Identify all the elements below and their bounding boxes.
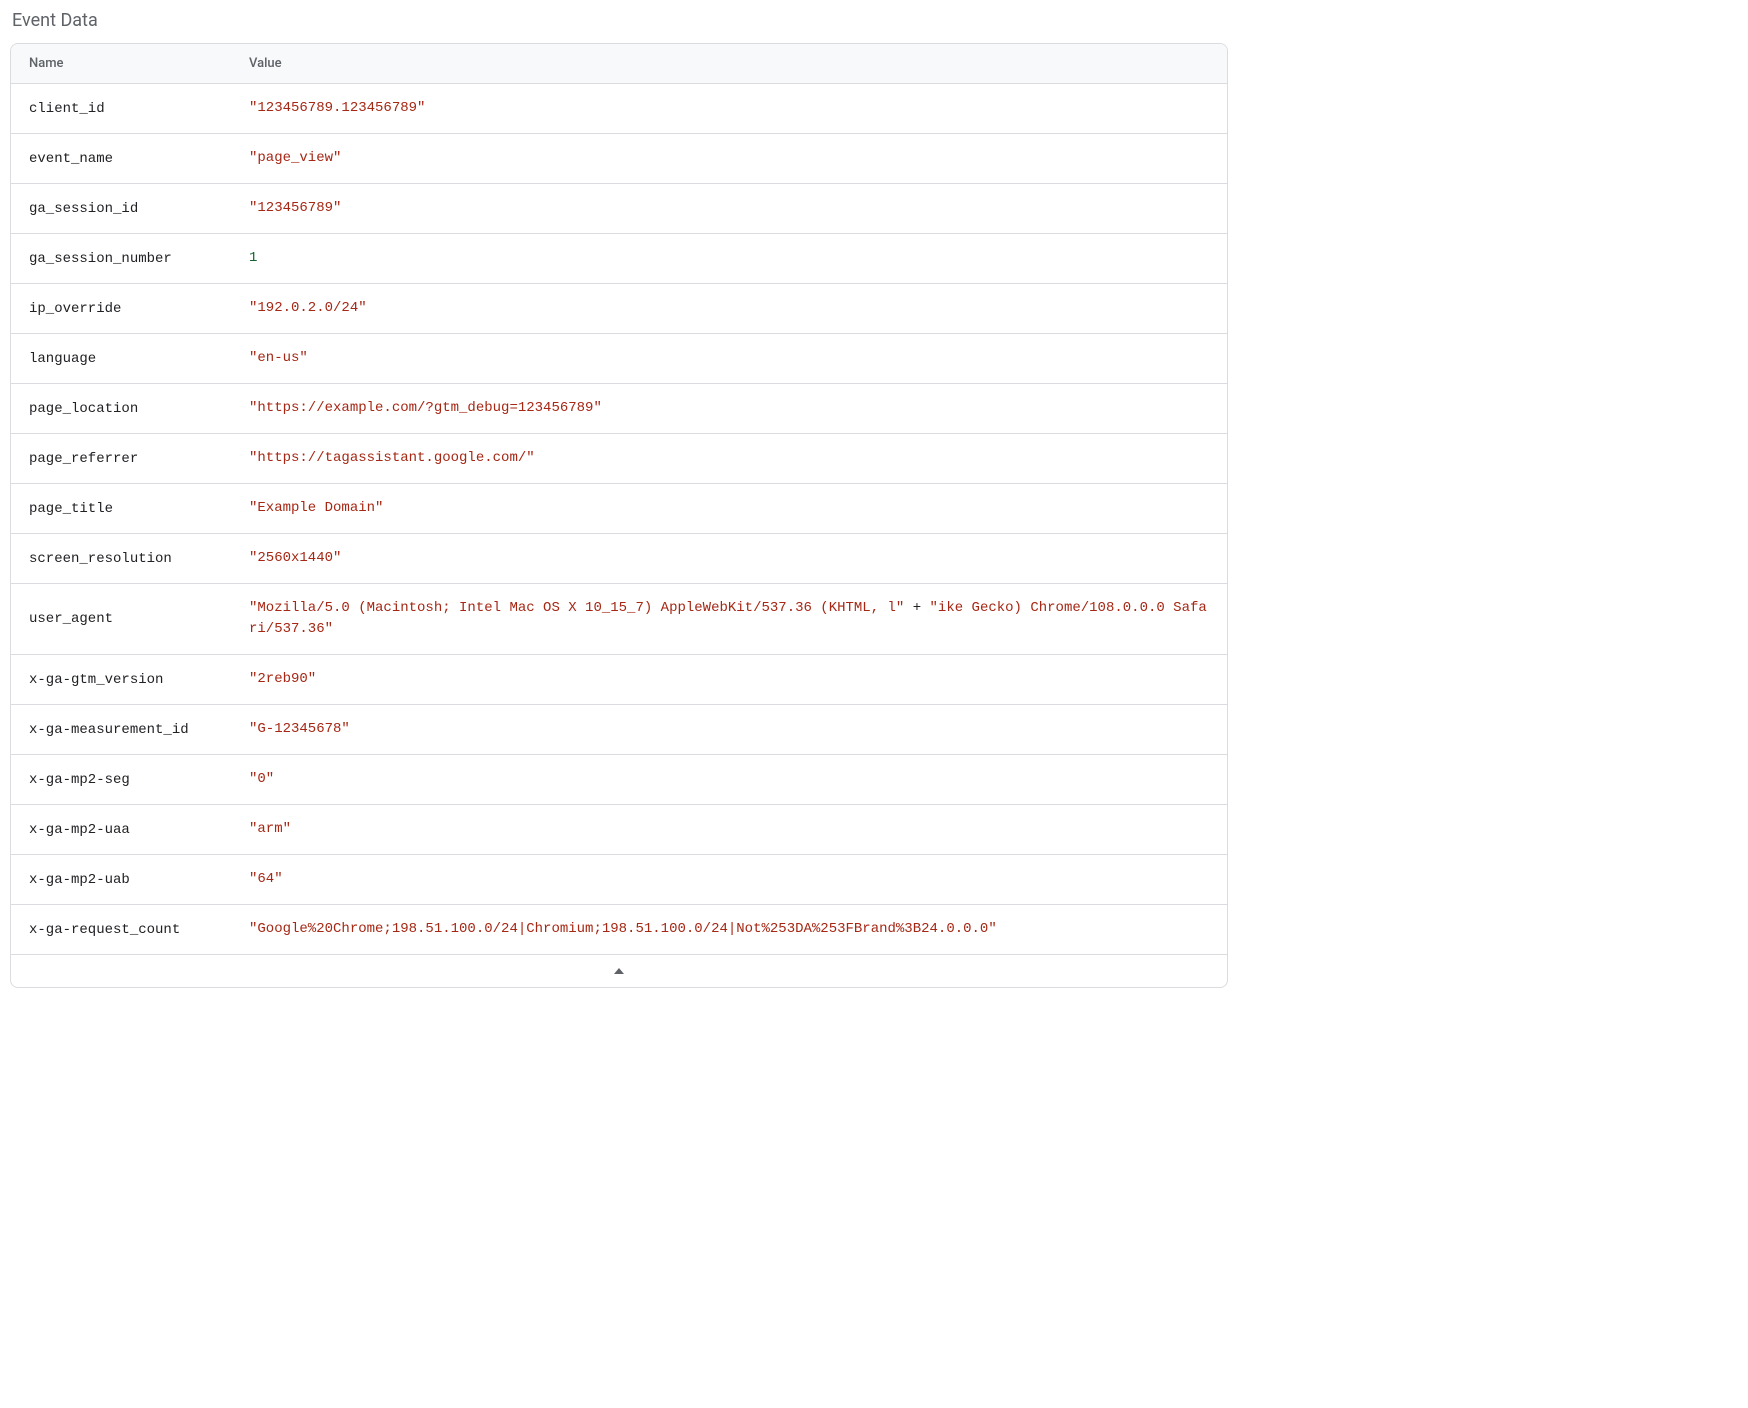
table-row: page_title"Example Domain" <box>11 484 1227 534</box>
row-value: "64" <box>249 869 1209 890</box>
row-name: x-ga-measurement_id <box>29 722 249 738</box>
table-row: event_name"page_view" <box>11 134 1227 184</box>
table-row: ga_session_id"123456789" <box>11 184 1227 234</box>
table-row: x-ga-mp2-uab"64" <box>11 855 1227 905</box>
row-name: language <box>29 351 249 367</box>
table-row: page_referrer"https://tagassistant.googl… <box>11 434 1227 484</box>
table-row: x-ga-mp2-seg"0" <box>11 755 1227 805</box>
table-row: screen_resolution"2560x1440" <box>11 534 1227 584</box>
table-row: ga_session_number1 <box>11 234 1227 284</box>
row-value: "Mozilla/5.0 (Macintosh; Intel Mac OS X … <box>249 598 1209 640</box>
row-name: page_location <box>29 401 249 417</box>
section-heading: Event Data <box>10 10 1228 31</box>
table-row: page_location"https://example.com/?gtm_d… <box>11 384 1227 434</box>
row-name: x-ga-mp2-uab <box>29 872 249 888</box>
row-value: "192.0.2.0/24" <box>249 298 1209 319</box>
row-value: 1 <box>249 248 1209 269</box>
row-value: "0" <box>249 769 1209 790</box>
chevron-up-icon <box>614 968 624 974</box>
row-value: "https://example.com/?gtm_debug=12345678… <box>249 398 1209 419</box>
row-name: client_id <box>29 101 249 117</box>
table-row: x-ga-measurement_id"G-12345678" <box>11 705 1227 755</box>
table-row: x-ga-gtm_version"2reb90" <box>11 655 1227 705</box>
table-row: user_agent"Mozilla/5.0 (Macintosh; Intel… <box>11 584 1227 655</box>
row-value: "2560x1440" <box>249 548 1209 569</box>
row-value: "123456789" <box>249 198 1209 219</box>
row-name: x-ga-mp2-seg <box>29 772 249 788</box>
row-value: "G-12345678" <box>249 719 1209 740</box>
column-header-name: Name <box>29 56 249 71</box>
row-value: "123456789.123456789" <box>249 98 1209 119</box>
row-name: x-ga-mp2-uaa <box>29 822 249 838</box>
row-value: "Google%20Chrome;198.51.100.0/24|Chromiu… <box>249 919 1209 940</box>
collapse-button[interactable] <box>11 955 1227 987</box>
row-name: ip_override <box>29 301 249 317</box>
table-row: x-ga-mp2-uaa"arm" <box>11 805 1227 855</box>
row-name: x-ga-gtm_version <box>29 672 249 688</box>
row-name: user_agent <box>29 611 249 627</box>
row-name: page_title <box>29 501 249 517</box>
row-name: ga_session_number <box>29 251 249 267</box>
table-header-row: Name Value <box>11 44 1227 84</box>
row-value: "2reb90" <box>249 669 1209 690</box>
row-name: page_referrer <box>29 451 249 467</box>
row-value: "en-us" <box>249 348 1209 369</box>
row-name: ga_session_id <box>29 201 249 217</box>
table-row: client_id"123456789.123456789" <box>11 84 1227 134</box>
row-value: "https://tagassistant.google.com/" <box>249 448 1209 469</box>
row-value: "page_view" <box>249 148 1209 169</box>
table-row: ip_override"192.0.2.0/24" <box>11 284 1227 334</box>
table-row: x-ga-request_count"Google%20Chrome;198.5… <box>11 905 1227 955</box>
event-data-table: Name Value client_id"123456789.123456789… <box>10 43 1228 988</box>
row-name: event_name <box>29 151 249 167</box>
table-row: language"en-us" <box>11 334 1227 384</box>
row-name: screen_resolution <box>29 551 249 567</box>
column-header-value: Value <box>249 56 1209 71</box>
row-name: x-ga-request_count <box>29 922 249 938</box>
row-value: "Example Domain" <box>249 498 1209 519</box>
row-value: "arm" <box>249 819 1209 840</box>
